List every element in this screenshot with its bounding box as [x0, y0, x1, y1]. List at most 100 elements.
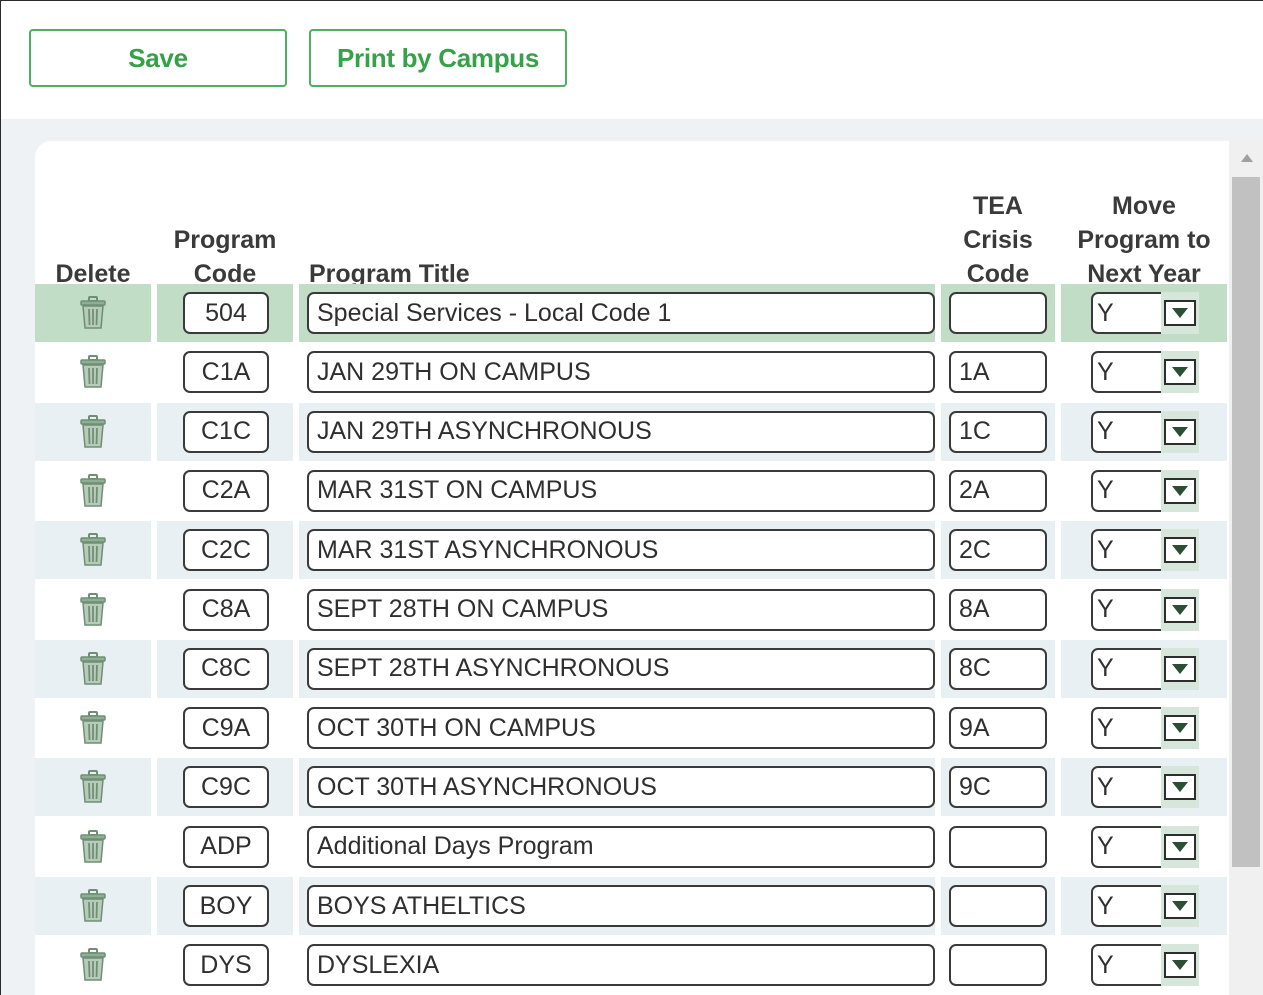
move-program-value[interactable]: Y [1091, 410, 1163, 453]
trash-icon[interactable] [79, 889, 107, 923]
table-row[interactable]: C1C JAN 29TH ASYNCHRONOUS 1C Y [35, 402, 1229, 462]
scrollbar-thumb[interactable] [1232, 177, 1260, 867]
save-button[interactable]: Save [29, 29, 287, 87]
program-code-field[interactable]: C9C [183, 766, 269, 809]
tea-crisis-code-field[interactable]: 9C [949, 766, 1047, 809]
tea-crisis-code-field[interactable]: 2A [949, 469, 1047, 512]
move-program-select[interactable]: Y [1091, 469, 1199, 512]
table-row[interactable]: C8C SEPT 28TH ASYNCHRONOUS 8C Y [35, 639, 1229, 699]
program-code-field[interactable]: C1A [183, 351, 269, 394]
program-code-field[interactable]: BOY [183, 885, 269, 927]
program-code-field[interactable]: C2A [183, 469, 269, 512]
table-row[interactable]: C9A OCT 30TH ON CAMPUS 9A Y [35, 699, 1229, 758]
move-program-value[interactable]: Y [1091, 529, 1163, 572]
trash-icon[interactable] [79, 592, 107, 627]
dropdown-arrow-icon[interactable] [1161, 766, 1199, 809]
move-program-value[interactable]: Y [1091, 292, 1163, 334]
move-program-select[interactable]: Y [1091, 529, 1199, 572]
table-row[interactable]: DYS DYSLEXIA Y [35, 936, 1229, 995]
move-program-value[interactable]: Y [1091, 766, 1163, 809]
tea-crisis-code-field[interactable] [949, 944, 1047, 987]
move-program-select[interactable]: Y [1091, 292, 1199, 334]
program-code-field[interactable]: 504 [183, 292, 269, 334]
tea-crisis-code-field[interactable]: 1A [949, 351, 1047, 394]
program-code-field[interactable]: DYS [183, 944, 269, 987]
trash-icon[interactable] [79, 829, 107, 864]
program-code-field[interactable]: C9A [183, 707, 269, 750]
trash-icon[interactable] [79, 948, 107, 982]
program-title-field[interactable]: Special Services - Local Code 1 [307, 292, 935, 334]
trash-icon[interactable] [79, 414, 107, 449]
move-program-value[interactable]: Y [1091, 885, 1163, 927]
move-program-select[interactable]: Y [1091, 410, 1199, 453]
scroll-up-arrow-icon[interactable] [1230, 141, 1263, 175]
tea-crisis-code-field[interactable] [949, 885, 1047, 927]
dropdown-arrow-icon[interactable] [1161, 529, 1199, 572]
table-row[interactable]: BOY BOYS ATHELTICS Y [35, 877, 1229, 936]
move-program-value[interactable]: Y [1091, 351, 1163, 394]
move-program-value[interactable]: Y [1091, 825, 1163, 868]
program-title-field[interactable]: MAR 31ST ASYNCHRONOUS [307, 529, 935, 572]
move-program-select[interactable]: Y [1091, 707, 1199, 750]
move-program-select[interactable]: Y [1091, 944, 1199, 987]
dropdown-arrow-icon[interactable] [1161, 944, 1199, 987]
tea-crisis-code-field[interactable]: 9A [949, 707, 1047, 750]
move-program-value[interactable]: Y [1091, 647, 1163, 690]
move-program-value[interactable]: Y [1091, 469, 1163, 512]
table-row[interactable]: C9C OCT 30TH ASYNCHRONOUS 9C Y [35, 758, 1229, 817]
dropdown-arrow-icon[interactable] [1161, 588, 1199, 631]
trash-icon[interactable] [79, 355, 107, 389]
move-program-value[interactable]: Y [1091, 944, 1163, 987]
table-row[interactable]: C2C MAR 31ST ASYNCHRONOUS 2C Y [35, 521, 1229, 580]
program-title-field[interactable]: SEPT 28TH ASYNCHRONOUS [307, 647, 935, 690]
move-program-value[interactable]: Y [1091, 707, 1163, 750]
dropdown-arrow-icon[interactable] [1161, 825, 1199, 868]
print-by-campus-button[interactable]: Print by Campus [309, 29, 567, 87]
program-title-field[interactable]: Additional Days Program [307, 825, 935, 868]
tea-crisis-code-field[interactable]: 2C [949, 529, 1047, 572]
move-program-select[interactable]: Y [1091, 647, 1199, 690]
table-row[interactable]: ADP Additional Days Program Y [35, 818, 1229, 877]
tea-crisis-code-field[interactable] [949, 825, 1047, 868]
tea-crisis-code-field[interactable]: 1C [949, 410, 1047, 453]
program-code-field[interactable]: C8C [183, 647, 269, 690]
program-title-field[interactable]: BOYS ATHELTICS [307, 885, 935, 927]
move-program-select[interactable]: Y [1091, 588, 1199, 631]
dropdown-arrow-icon[interactable] [1161, 647, 1199, 690]
trash-icon[interactable] [79, 473, 107, 508]
move-program-select[interactable]: Y [1091, 351, 1199, 394]
program-title-field[interactable]: DYSLEXIA [307, 944, 935, 987]
trash-icon[interactable] [79, 651, 107, 686]
move-program-select[interactable]: Y [1091, 766, 1199, 809]
program-title-field[interactable]: JAN 29TH ON CAMPUS [307, 351, 935, 394]
dropdown-arrow-icon[interactable] [1161, 410, 1199, 453]
dropdown-arrow-icon[interactable] [1161, 351, 1199, 394]
program-title-field[interactable]: SEPT 28TH ON CAMPUS [307, 588, 935, 631]
program-code-field[interactable]: C1C [183, 410, 269, 453]
move-program-select[interactable]: Y [1091, 885, 1199, 927]
table-row[interactable]: C8A SEPT 28TH ON CAMPUS 8A Y [35, 581, 1229, 640]
trash-icon[interactable] [79, 296, 107, 330]
table-row[interactable]: 504 Special Services - Local Code 1 Y [35, 284, 1229, 343]
dropdown-arrow-icon[interactable] [1161, 885, 1199, 927]
dropdown-arrow-icon[interactable] [1161, 292, 1199, 334]
tea-crisis-code-field[interactable] [949, 292, 1047, 334]
table-row[interactable]: C1A JAN 29TH ON CAMPUS 1A Y [35, 343, 1229, 402]
tea-crisis-code-field[interactable]: 8A [949, 588, 1047, 631]
move-program-value[interactable]: Y [1091, 588, 1163, 631]
program-title-field[interactable]: MAR 31ST ON CAMPUS [307, 469, 935, 512]
program-code-field[interactable]: ADP [183, 825, 269, 868]
tea-crisis-code-field[interactable]: 8C [949, 647, 1047, 690]
trash-icon[interactable] [79, 770, 107, 804]
program-title-field[interactable]: OCT 30TH ASYNCHRONOUS [307, 766, 935, 809]
dropdown-arrow-icon[interactable] [1161, 707, 1199, 750]
program-code-field[interactable]: C8A [183, 588, 269, 631]
move-program-select[interactable]: Y [1091, 825, 1199, 868]
program-code-field[interactable]: C2C [183, 529, 269, 572]
program-title-field[interactable]: OCT 30TH ON CAMPUS [307, 707, 935, 750]
dropdown-arrow-icon[interactable] [1161, 469, 1199, 512]
trash-icon[interactable] [79, 533, 107, 567]
table-row[interactable]: C2A MAR 31ST ON CAMPUS 2A Y [35, 462, 1229, 521]
trash-icon[interactable] [79, 711, 107, 745]
program-title-field[interactable]: JAN 29TH ASYNCHRONOUS [307, 410, 935, 453]
